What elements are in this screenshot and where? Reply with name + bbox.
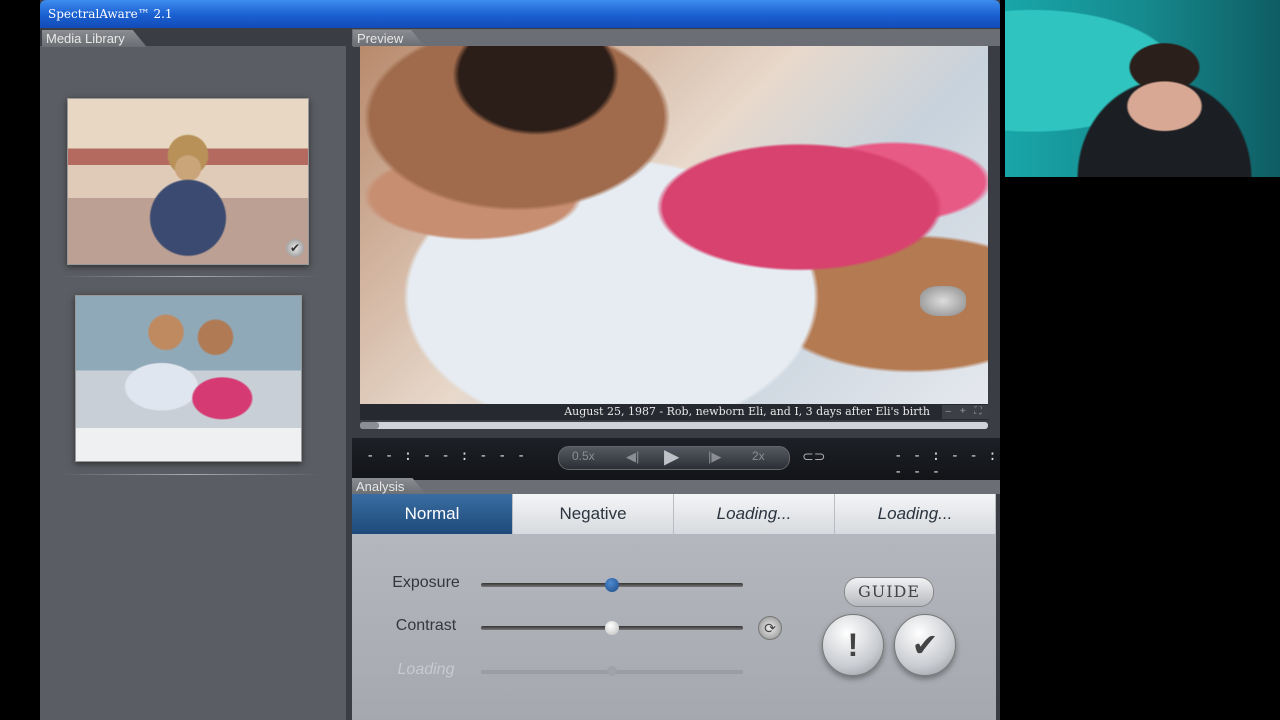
preview-image[interactable]: [360, 46, 988, 404]
preview-header-strip: [352, 29, 1000, 46]
media-library-tab: Media Library: [42, 30, 147, 47]
loop-icon[interactable]: ⊂⊃: [802, 448, 825, 465]
webcam-overlay: [1005, 0, 1280, 177]
contrast-label: Contrast: [395, 617, 457, 634]
contrast-slider-knob[interactable]: [605, 621, 619, 635]
media-library-panel: ✔: [40, 46, 346, 720]
tab-normal[interactable]: Normal: [352, 494, 513, 534]
reset-icon[interactable]: ⟳: [758, 616, 782, 640]
loading-slider-knob: [607, 666, 617, 676]
analysis-mode-tabs: Normal Negative Loading... Loading...: [352, 494, 996, 534]
remaining-time: - - : - - : - - -: [894, 448, 998, 480]
photo-caption: August 25, 1987 - Rob, newborn Eli, and …: [564, 405, 930, 418]
zoom-controls[interactable]: – + ⛶: [942, 405, 988, 419]
exposure-label: Exposure: [392, 574, 460, 591]
selected-check-icon: ✔: [286, 239, 304, 257]
playback-progress-bar[interactable]: [360, 422, 988, 429]
tab-loading-2[interactable]: Loading...: [835, 494, 996, 534]
exposure-slider-knob[interactable]: [605, 578, 619, 592]
library-thumbnail-2[interactable]: [75, 295, 302, 462]
confirm-button[interactable]: ✔: [894, 614, 956, 676]
play-icon[interactable]: ▶: [664, 444, 679, 469]
library-thumbnail-1[interactable]: [67, 98, 309, 265]
divider: [60, 474, 320, 475]
analysis-header-strip: [352, 480, 1000, 494]
alert-button[interactable]: !: [822, 614, 884, 676]
tab-loading-1[interactable]: Loading...: [674, 494, 835, 534]
elapsed-time: - - : - - : - - -: [366, 448, 527, 464]
wristwatch: [920, 286, 966, 316]
tab-negative[interactable]: Negative: [513, 494, 674, 534]
app-window: SpectralAware™ 2.1 ✔ Media Library Previ…: [40, 0, 1000, 720]
prev-frame-icon[interactable]: ◀|: [626, 449, 639, 465]
loading-slider-label: Loading: [397, 661, 455, 678]
title-bar[interactable]: SpectralAware™ 2.1: [40, 0, 1000, 28]
guide-button[interactable]: GUIDE: [844, 577, 934, 607]
playback-progress-fill: [360, 422, 379, 429]
divider: [60, 276, 320, 277]
next-frame-icon[interactable]: |▶: [708, 449, 721, 465]
window-title: SpectralAware™ 2.1: [48, 7, 173, 21]
speed-half-button[interactable]: 0.5x: [572, 449, 595, 463]
speed-double-button[interactable]: 2x: [752, 449, 765, 463]
